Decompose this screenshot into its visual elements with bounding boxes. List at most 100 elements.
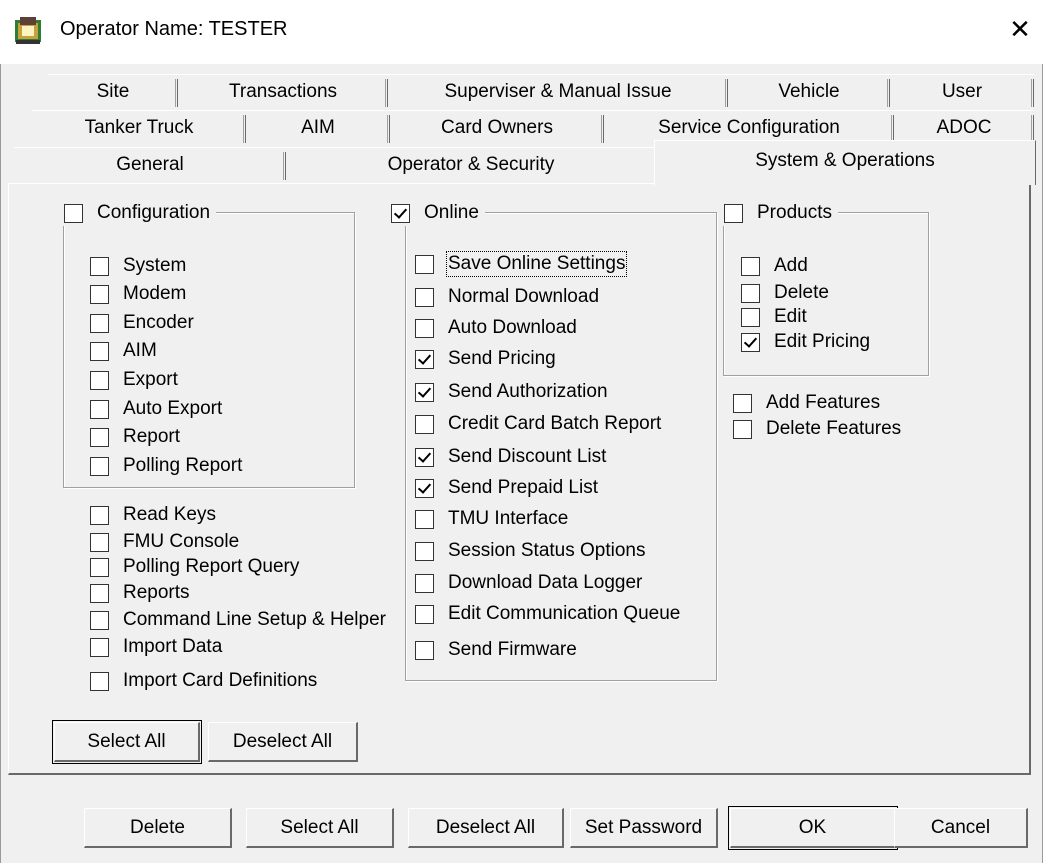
config-checkbox-polling-report[interactable]: Polling Report: [90, 453, 242, 479]
misc-checkbox-command-line-setup-helper[interactable]: Command Line Setup & Helper: [90, 607, 386, 633]
tab-label: Site: [96, 81, 130, 102]
online-checkbox-send-prepaid-list[interactable]: Send Prepaid List: [415, 475, 598, 501]
cancel-button[interactable]: Cancel: [894, 808, 1028, 848]
config-checkbox-encoder[interactable]: Encoder: [90, 310, 194, 336]
checkbox-label: Send Prepaid List: [448, 477, 598, 498]
tab-tanker-truck[interactable]: Tanker Truck: [32, 111, 246, 145]
products-checkbox-delete[interactable]: Delete: [741, 280, 829, 306]
tab-operator-security[interactable]: Operator & Security: [286, 148, 656, 182]
online-checkbox-session-status-options[interactable]: Session Status Options: [415, 538, 646, 564]
online-checkbox-credit-card-batch-report[interactable]: Credit Card Batch Report: [415, 411, 661, 437]
checkbox-label: Reports: [123, 582, 190, 603]
tab-site[interactable]: Site: [48, 75, 178, 109]
checkbox[interactable]: [90, 341, 109, 361]
checkbox[interactable]: [415, 541, 434, 561]
config-checkbox-modem[interactable]: Modem: [90, 281, 186, 307]
checkbox[interactable]: [741, 332, 760, 352]
products-checkbox-edit-pricing[interactable]: Edit Pricing: [741, 329, 870, 355]
select-all-button[interactable]: Select All: [246, 808, 394, 848]
panel-deselect-all-button[interactable]: Deselect All: [208, 722, 358, 762]
window-border-left: [0, 64, 1, 863]
misc-checkbox-polling-report-query[interactable]: Polling Report Query: [90, 554, 299, 580]
misc-checkbox-read-keys[interactable]: Read Keys: [90, 502, 216, 528]
misc-checkbox-reports[interactable]: Reports: [90, 580, 190, 606]
checkbox[interactable]: [90, 370, 109, 390]
tab-vehicle[interactable]: Vehicle: [728, 75, 890, 109]
tab-system-operations[interactable]: System & Operations: [654, 140, 1036, 185]
checkbox[interactable]: [724, 203, 743, 223]
misc-checkbox-import-card-definitions[interactable]: Import Card Definitions: [90, 668, 317, 694]
tab-user[interactable]: User: [890, 75, 1034, 109]
checkbox[interactable]: [64, 203, 83, 223]
config-checkbox-export[interactable]: Export: [90, 367, 178, 393]
products-header[interactable]: Products: [722, 200, 838, 226]
online-checkbox-download-data-logger[interactable]: Download Data Logger: [415, 570, 642, 596]
checkbox-label: Normal Download: [448, 286, 600, 307]
online-checkbox-auto-download[interactable]: Auto Download: [415, 315, 577, 341]
checkbox[interactable]: [415, 349, 434, 369]
checkbox[interactable]: [415, 447, 434, 467]
close-icon[interactable]: ✕: [1005, 14, 1035, 44]
checkbox[interactable]: [90, 532, 109, 552]
checkbox[interactable]: [415, 382, 434, 402]
tab-general[interactable]: General: [14, 148, 286, 182]
set-password-button[interactable]: Set Password: [570, 808, 718, 848]
delete-button[interactable]: Delete: [84, 808, 232, 848]
online-checkbox-send-pricing[interactable]: Send Pricing: [415, 346, 556, 372]
checkbox[interactable]: [415, 640, 434, 660]
checkbox[interactable]: [733, 393, 752, 413]
checkbox[interactable]: [90, 256, 109, 276]
online-header[interactable]: Online: [389, 200, 485, 226]
products-checkbox-edit[interactable]: Edit: [741, 304, 807, 330]
misc-checkbox-import-data[interactable]: Import Data: [90, 634, 222, 660]
checkbox[interactable]: [90, 456, 109, 476]
configuration-header[interactable]: Configuration: [62, 200, 217, 226]
online-checkbox-send-authorization[interactable]: Send Authorization: [415, 379, 608, 405]
config-checkbox-auto-export[interactable]: Auto Export: [90, 396, 222, 422]
checkbox[interactable]: [391, 203, 410, 223]
checkbox[interactable]: [741, 256, 760, 276]
checkbox[interactable]: [415, 254, 434, 274]
checkbox[interactable]: [415, 509, 434, 529]
tab-transactions[interactable]: Transactions: [178, 75, 388, 109]
checkbox[interactable]: [415, 414, 434, 434]
online-checkbox-send-firmware[interactable]: Send Firmware: [415, 637, 577, 663]
ok-button[interactable]: OK: [730, 808, 896, 848]
checkbox[interactable]: [415, 604, 434, 624]
misc-checkbox-fmu-console[interactable]: FMU Console: [90, 529, 239, 555]
checkbox[interactable]: [90, 284, 109, 304]
checkbox[interactable]: [415, 318, 434, 338]
checkbox[interactable]: [415, 478, 434, 498]
checkbox[interactable]: [90, 671, 109, 691]
panel-select-all-button[interactable]: Select All: [54, 722, 200, 762]
features-checkbox-add-features[interactable]: Add Features: [733, 390, 880, 416]
checkbox[interactable]: [90, 399, 109, 419]
products-checkbox-add[interactable]: Add: [741, 253, 808, 279]
checkbox[interactable]: [90, 313, 109, 333]
features-checkbox-delete-features[interactable]: Delete Features: [733, 416, 901, 442]
online-checkbox-send-discount-list[interactable]: Send Discount List: [415, 444, 606, 470]
online-checkbox-normal-download[interactable]: Normal Download: [415, 284, 599, 310]
checkbox[interactable]: [733, 419, 752, 439]
checkbox[interactable]: [741, 283, 760, 303]
checkbox[interactable]: [90, 557, 109, 577]
tab-superviser-manual-issue[interactable]: Superviser & Manual Issue: [388, 75, 728, 109]
checkbox-label: Delete: [774, 282, 829, 303]
tab-aim[interactable]: AIM: [246, 111, 390, 145]
checkbox[interactable]: [90, 610, 109, 630]
checkbox[interactable]: [90, 505, 109, 525]
online-checkbox-tmu-interface[interactable]: TMU Interface: [415, 506, 568, 532]
tab-card-owners[interactable]: Card Owners: [390, 111, 604, 145]
checkbox[interactable]: [741, 307, 760, 327]
online-checkbox-save-online-settings[interactable]: Save Online Settings: [415, 251, 628, 277]
checkbox[interactable]: [90, 637, 109, 657]
config-checkbox-report[interactable]: Report: [90, 424, 180, 450]
checkbox[interactable]: [415, 573, 434, 593]
checkbox[interactable]: [90, 427, 109, 447]
checkbox[interactable]: [415, 287, 434, 307]
deselect-all-button[interactable]: Deselect All: [408, 808, 564, 848]
config-checkbox-system[interactable]: System: [90, 253, 186, 279]
config-checkbox-aim[interactable]: AIM: [90, 338, 157, 364]
online-checkbox-edit-communication-queue[interactable]: Edit Communication Queue: [415, 601, 680, 627]
checkbox[interactable]: [90, 583, 109, 603]
